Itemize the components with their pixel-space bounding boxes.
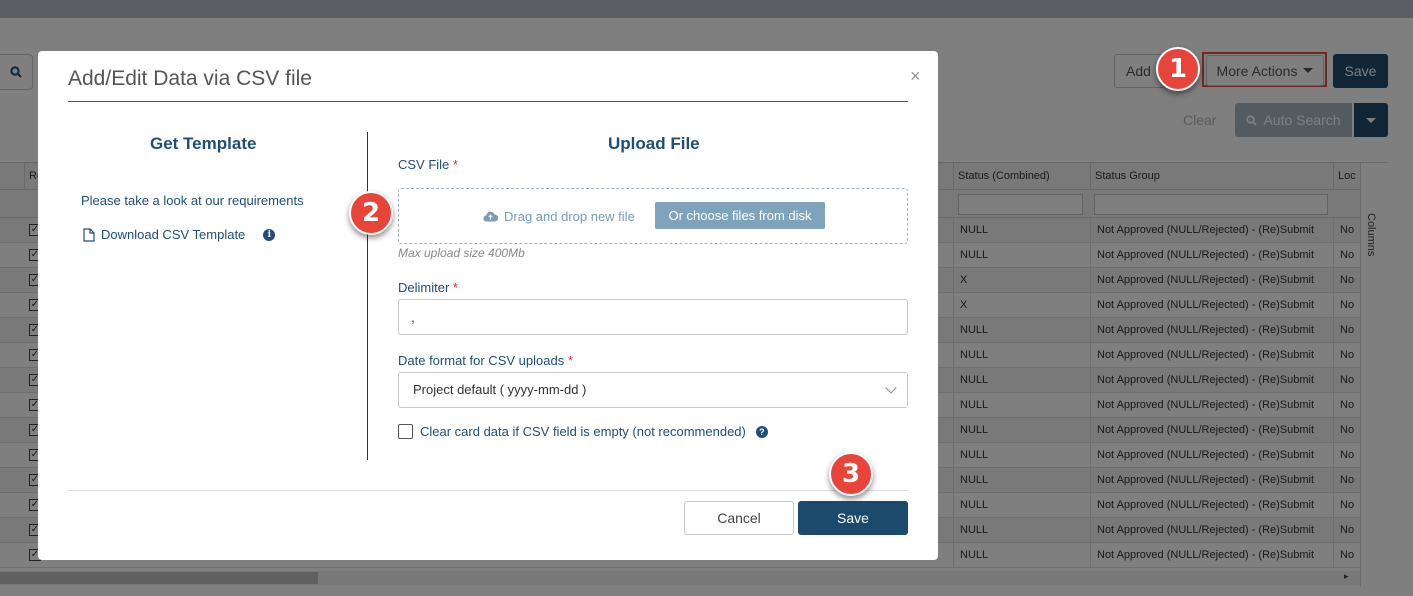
dropzone-label: Drag and drop new file <box>504 209 635 224</box>
step-badge-2: 2 <box>349 191 393 235</box>
save-button-label: Save <box>837 510 869 526</box>
requirements-link[interactable]: Please take a look at our requirements <box>81 193 304 208</box>
info-icon[interactable]: i <box>263 228 276 241</box>
delimiter-input[interactable]: , <box>398 299 908 335</box>
date-format-value: Project default ( yyyy-mm-dd ) <box>413 382 587 397</box>
cloud-upload-icon <box>483 211 498 222</box>
max-upload-size: Max upload size 400Mb <box>398 246 525 260</box>
required-marker: * <box>452 280 458 295</box>
csv-upload-modal: Add/Edit Data via CSV file × Get Templat… <box>38 51 938 560</box>
required-marker: * <box>452 157 458 172</box>
close-icon[interactable]: × <box>910 66 921 87</box>
clear-card-data-checkbox[interactable] <box>398 424 413 439</box>
clear-card-data-label: Clear card data if CSV field is empty (n… <box>420 424 746 439</box>
choose-files-label: Or choose files from disk <box>668 208 812 223</box>
cancel-button-label: Cancel <box>717 510 761 526</box>
delimiter-label: Delimiter * <box>398 280 458 295</box>
csv-file-label-text: CSV File <box>398 157 450 172</box>
column-divider <box>367 132 368 460</box>
date-format-label: Date format for CSV uploads * <box>398 353 573 368</box>
date-format-label-text: Date format for CSV uploads <box>398 353 565 368</box>
step-badge-3: 3 <box>829 452 873 496</box>
cancel-button[interactable]: Cancel <box>684 501 794 535</box>
step-badge-1: 1 <box>1156 47 1200 91</box>
choose-files-button[interactable]: Or choose files from disk <box>655 202 825 229</box>
get-template-heading: Get Template <box>150 134 257 153</box>
title-divider <box>68 101 908 102</box>
csv-file-label: CSV File * <box>398 157 458 172</box>
date-format-select[interactable]: Project default ( yyyy-mm-dd ) <box>398 372 908 408</box>
upload-file-heading: Upload File <box>608 134 700 153</box>
footer-divider <box>68 490 908 491</box>
modal-title: Add/Edit Data via CSV file <box>68 67 312 90</box>
chevron-down-icon <box>885 382 897 394</box>
help-icon[interactable]: ? <box>755 425 768 438</box>
clear-card-data-option[interactable]: Clear card data if CSV field is empty (n… <box>398 424 768 439</box>
download-template-link[interactable]: Download CSV Template i <box>83 227 276 242</box>
dropzone-text: Drag and drop new file <box>483 209 635 224</box>
file-icon <box>83 227 95 242</box>
required-marker: * <box>567 353 573 368</box>
file-dropzone[interactable]: Drag and drop new file Or choose files f… <box>398 188 908 244</box>
download-template-label: Download CSV Template <box>101 227 246 242</box>
delimiter-label-text: Delimiter <box>398 280 450 295</box>
save-button[interactable]: Save <box>798 501 908 535</box>
